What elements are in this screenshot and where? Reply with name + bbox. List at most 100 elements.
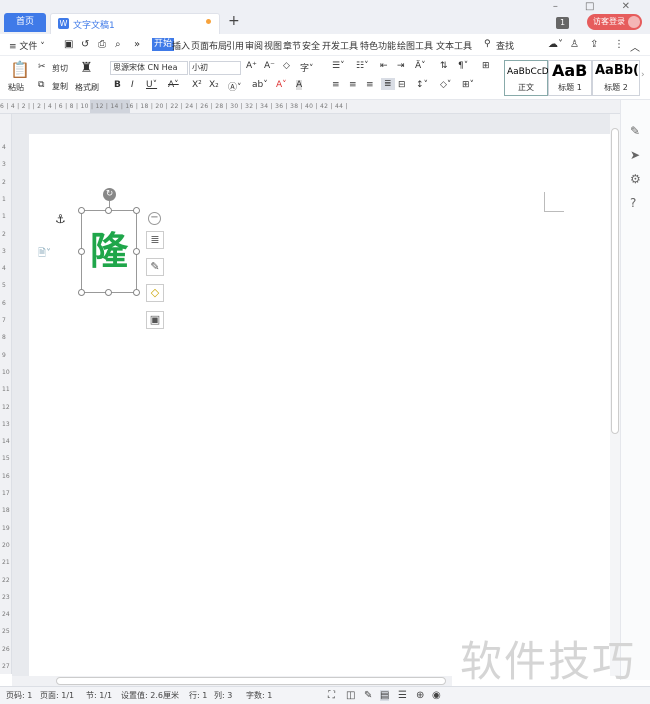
phonetic-icon[interactable]: 字˅ [300, 61, 314, 74]
collapse-ribbon-icon[interactable]: ︿ [630, 39, 640, 54]
document-glyph[interactable]: 隆 [90, 230, 128, 272]
cut-icon[interactable]: ✂ [38, 62, 46, 72]
table-borders-icon[interactable]: ⊞ [482, 61, 490, 71]
hscroll-thumb[interactable] [56, 677, 446, 685]
justify-icon[interactable]: ≣ [381, 78, 395, 90]
layout-options-icon[interactable]: ≣ [146, 231, 164, 249]
tab-drawing-tools[interactable]: 绘图工具 [397, 39, 433, 52]
eye-protect-icon[interactable]: ◉ [432, 690, 441, 701]
horizontal-ruler[interactable]: 6 | 4 | 2 | | 2 | 4 | 6 | 8 | 10 | 12 | … [0, 100, 620, 114]
subscript-icon[interactable]: X₂ [209, 80, 219, 90]
window-count-badge[interactable]: 1 [556, 17, 569, 29]
style-heading-2[interactable]: AaBb( 标题 2 [592, 60, 640, 96]
anchor-icon[interactable]: ⚓ [55, 212, 66, 226]
border-icon[interactable]: ⊞˅ [462, 80, 474, 90]
export-icon[interactable]: ↺ [81, 39, 89, 50]
sort-icon[interactable]: ⇅ [440, 61, 448, 71]
tab-home[interactable]: 首页 [4, 13, 46, 32]
resize-handle-left[interactable] [78, 248, 85, 255]
resize-handle-top-right[interactable] [133, 207, 140, 214]
tab-insert[interactable]: 插入 [172, 39, 190, 52]
font-color-icon[interactable]: A˅ [276, 80, 287, 90]
clear-format-icon[interactable]: ◇ [283, 61, 290, 71]
style-heading-1[interactable]: AaB 标题 1 [548, 60, 592, 96]
file-menu[interactable]: ≡ 文件 ˅ [9, 39, 45, 52]
styles-scroll-icon[interactable]: › [641, 70, 645, 80]
align-right-icon[interactable]: ≡ [366, 80, 374, 90]
decrease-indent-icon[interactable]: ⇤ [380, 61, 388, 71]
search-label[interactable]: 查找 [496, 39, 514, 52]
tab-security[interactable]: 安全 [302, 39, 320, 52]
tab-start[interactable]: 开始 [152, 38, 175, 51]
line-spacing-icon[interactable]: ↕˅ [416, 80, 428, 90]
more-icon[interactable]: » [134, 39, 140, 50]
help-icon[interactable]: ? [630, 196, 636, 210]
highlight-icon[interactable]: ab˅ [252, 80, 268, 90]
distribute-icon[interactable]: ⊟ [398, 80, 406, 90]
paste-button[interactable]: 粘贴 [8, 82, 24, 93]
italic-icon[interactable]: I [131, 80, 134, 90]
strikethrough-icon[interactable]: A˅ [168, 80, 179, 90]
grow-font-icon[interactable]: A⁺ [246, 61, 257, 71]
paste-icon[interactable]: 📋 [10, 60, 30, 79]
status-setting[interactable]: 设置值: 2.6厘米 [121, 690, 179, 701]
show-marks-icon[interactable]: ¶˅ [458, 61, 468, 71]
cloud-icon[interactable]: ☁˅ [548, 39, 563, 50]
vertical-ruler[interactable]: 4 3 2 1 1 2 3 4 5 6 7 8 9 10 11 12 13 14 15 16 17 18 19 20 21 22 2… [0, 114, 12, 674]
resize-handle-top-left[interactable] [78, 207, 85, 214]
outline-view-icon[interactable]: ☰ [398, 690, 407, 701]
guest-login-button[interactable]: 访客登录 [587, 14, 642, 30]
vertical-scrollbar[interactable] [610, 114, 620, 676]
increase-indent-icon[interactable]: ⇥ [397, 61, 405, 71]
cut-button[interactable]: 剪切 [52, 63, 68, 74]
resize-handle-bottom[interactable] [105, 289, 112, 296]
superscript-icon[interactable]: X² [192, 80, 202, 90]
edit-pen-icon[interactable]: ✎ [630, 124, 640, 138]
rotate-handle-icon[interactable]: ↻ [103, 188, 116, 201]
more-options-icon[interactable]: ⋮ [614, 39, 624, 50]
underline-icon[interactable]: U˅ [146, 80, 157, 90]
tab-features[interactable]: 特色功能 [360, 39, 396, 52]
format-painter-icon[interactable]: ♜ [80, 60, 93, 76]
align-left-icon[interactable]: ≡ [332, 80, 340, 90]
print-icon[interactable]: ⎙ [98, 39, 106, 50]
style-normal[interactable]: AaBbCcD 正文 [504, 60, 549, 96]
save-icon[interactable]: ▣ [64, 39, 73, 50]
new-tab-button[interactable]: + [228, 14, 240, 28]
text-direction-icon[interactable]: Ä˅ [415, 61, 426, 71]
preview-icon[interactable]: ⌕ [115, 39, 121, 50]
settings-sliders-icon[interactable]: ⚙ [630, 172, 641, 186]
format-painter-button[interactable]: 格式刷 [75, 82, 99, 93]
tab-review[interactable]: 审阅 [245, 39, 263, 52]
resize-handle-bottom-left[interactable] [78, 289, 85, 296]
resize-handle-top[interactable] [105, 207, 112, 214]
share-icon[interactable]: ⇪ [590, 39, 598, 50]
char-shading-icon[interactable]: A [296, 80, 303, 90]
search-icon[interactable]: ⚲ [484, 39, 491, 49]
text-effect-icon[interactable]: Ⓐ˅ [228, 80, 242, 93]
shrink-font-icon[interactable]: A⁻ [264, 61, 275, 71]
bold-icon[interactable]: B [114, 80, 121, 90]
tab-chapter[interactable]: 章节 [283, 39, 301, 52]
fullscreen-icon[interactable]: ⛶ [328, 690, 335, 701]
paragraph-icon[interactable]: 🗎˅ [38, 246, 51, 263]
collapse-icon[interactable]: − [148, 212, 161, 225]
font-name-select[interactable]: 思源宋体 CN Hea [110, 61, 188, 75]
read-mode-icon[interactable]: ◫ [346, 690, 355, 701]
page-view-icon[interactable]: ▤ [380, 690, 390, 701]
font-size-select[interactable]: 小初 [189, 61, 241, 75]
shape-fill-icon[interactable]: ◇ [146, 284, 164, 302]
status-section[interactable]: 节: 1/1 [86, 690, 112, 701]
tab-developer[interactable]: 开发工具 [322, 39, 358, 52]
web-view-icon[interactable]: ⊕ [416, 690, 424, 701]
collab-icon[interactable]: ♙ [570, 39, 579, 50]
select-pointer-icon[interactable]: ➤ [630, 148, 640, 162]
tab-view[interactable]: 视图 [264, 39, 282, 52]
resize-handle-right[interactable] [133, 248, 140, 255]
bullet-list-icon[interactable]: ☰˅ [332, 61, 345, 71]
tab-text-tools[interactable]: 文本工具 [436, 39, 472, 52]
horizontal-scrollbar[interactable] [12, 676, 452, 686]
tab-page-layout[interactable]: 页面布局 [191, 39, 227, 52]
copy-icon[interactable]: ⧉ [38, 80, 44, 90]
frame-style-icon[interactable]: ▣ [146, 311, 164, 329]
